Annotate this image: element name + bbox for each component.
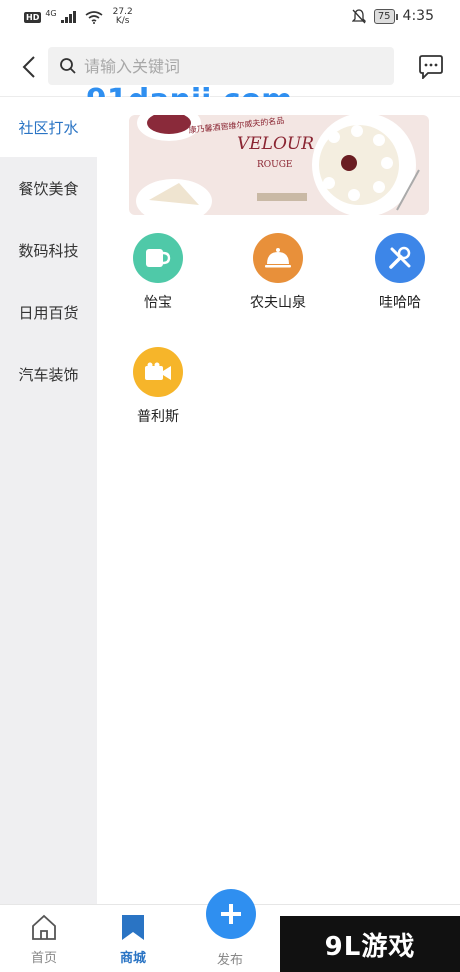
cup-icon: [133, 233, 183, 283]
sidebar-item-food[interactable]: 餐饮美食: [0, 157, 97, 219]
bottom-navigation: 首页 商城 发布 9L游戏: [0, 889, 460, 972]
search-box[interactable]: [48, 47, 394, 85]
nav-mall-label: 商城: [119, 951, 146, 966]
shop-name: 哇哈哈: [379, 295, 421, 311]
category-sidebar: 社区打水 餐饮美食 数码科技 日用百货 汽车装饰: [0, 97, 97, 904]
wifi-icon: [85, 10, 103, 24]
sidebar-item-label: 社区打水: [18, 118, 79, 137]
cloche-icon: [253, 233, 303, 283]
shop-name: 怡宝: [144, 295, 172, 311]
watermark: 9L游戏: [280, 916, 460, 972]
sidebar-item-label: 汽车装饰: [18, 365, 79, 384]
shop-name: 普利斯: [137, 409, 179, 425]
speed-unit: K/s: [115, 16, 130, 26]
sidebar-item-community-water[interactable]: 社区打水: [0, 97, 97, 157]
chat-bubble-icon: [419, 55, 443, 79]
nav-publish-label: 发布: [217, 953, 244, 968]
shop-item-wahaha[interactable]: 哇哈哈: [355, 233, 445, 312]
sidebar-item-label: 数码科技: [18, 241, 79, 260]
chevron-left-icon: [22, 56, 35, 78]
shop-item-yibao[interactable]: 怡宝: [113, 233, 203, 312]
watermark-text: 9L游戏: [324, 931, 416, 962]
sidebar-item-label: 餐饮美食: [18, 179, 79, 198]
clock: 4:35: [402, 8, 434, 24]
tools-icon: [375, 233, 425, 283]
sidebar-item-daily-goods[interactable]: 日用百货: [0, 281, 97, 343]
search-icon: [58, 56, 78, 76]
network-speed: 27.2 K/s: [113, 8, 133, 26]
nav-home[interactable]: 首页: [4, 905, 84, 972]
shop-item-pulisi[interactable]: 普利斯: [113, 347, 203, 426]
banner-sub: ROUGE: [257, 160, 293, 170]
banner-image: VELOUR ROUGE 康乃馨酒窖维尔威夫的名品: [129, 115, 429, 215]
sidebar-item-car-decor[interactable]: 汽车装饰: [0, 343, 97, 405]
shop-item-nongfu[interactable]: 农夫山泉: [233, 233, 323, 312]
nav-mall[interactable]: 商城: [93, 905, 173, 972]
status-bar: HD 4G 27.2 K/s 75 4:35: [0, 0, 460, 40]
sidebar-item-label: 日用百货: [18, 303, 79, 322]
search-input[interactable]: [82, 55, 376, 77]
network-type: 4G: [45, 8, 57, 18]
message-button[interactable]: [416, 52, 446, 82]
battery-indicator: 75: [373, 8, 398, 24]
banner-brand: VELOUR: [237, 134, 314, 154]
shop-content: VELOUR ROUGE 康乃馨酒窖维尔威夫的名品 怡宝 农夫山泉 哇哈哈 普利…: [97, 97, 460, 904]
shop-name: 农夫山泉: [250, 295, 306, 311]
publish-button[interactable]: [206, 889, 256, 939]
signal-icon: [60, 11, 76, 23]
hd-badge: HD: [24, 11, 42, 23]
bell-muted-icon: [351, 8, 366, 23]
home-icon: [32, 914, 56, 940]
sidebar-item-digital[interactable]: 数码科技: [0, 219, 97, 281]
nav-home-label: 首页: [30, 951, 57, 966]
back-button[interactable]: [16, 54, 42, 80]
promo-banner[interactable]: VELOUR ROUGE 康乃馨酒窖维尔威夫的名品: [129, 115, 429, 215]
video-camera-icon: [133, 347, 183, 397]
bookmark-icon: [122, 915, 144, 940]
plus-icon: [221, 904, 241, 924]
